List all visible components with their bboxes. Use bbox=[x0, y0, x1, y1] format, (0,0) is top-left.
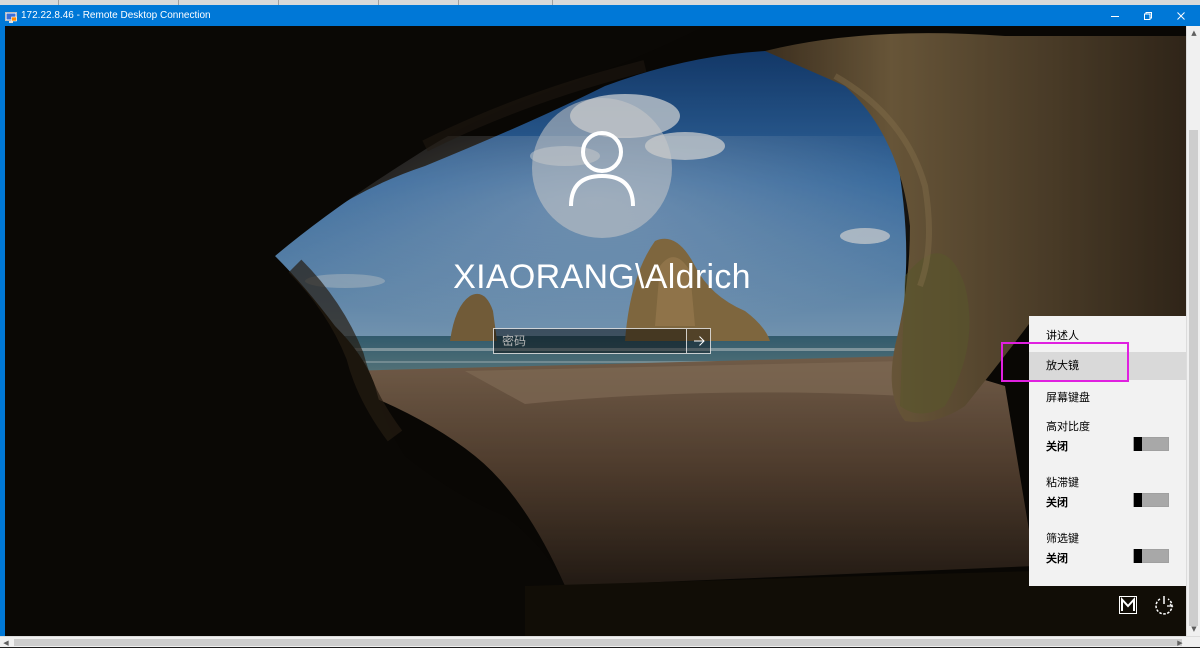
ease-of-access-icon bbox=[1119, 596, 1137, 614]
password-field-group bbox=[493, 328, 711, 354]
restore-button[interactable] bbox=[1131, 5, 1165, 26]
close-button[interactable] bbox=[1164, 5, 1198, 26]
toggle-label: 高对比度 bbox=[1046, 420, 1090, 433]
filter-keys-toggle[interactable] bbox=[1133, 549, 1169, 563]
toggle-row-filter-keys: 筛选键 关闭 bbox=[1029, 524, 1186, 570]
scroll-down-arrow[interactable]: ▼ bbox=[1187, 622, 1200, 636]
power-button[interactable] bbox=[1152, 593, 1176, 617]
toggle-label: 粘滞键 bbox=[1046, 476, 1079, 489]
window-titlebar[interactable]: 172.22.8.46 - Remote Desktop Connection bbox=[0, 5, 1200, 26]
high-contrast-toggle[interactable] bbox=[1133, 437, 1169, 451]
menu-item-onscreen-keyboard[interactable]: 屏幕键盘 bbox=[1029, 384, 1186, 412]
vertical-scrollbar[interactable]: ▲ ▼ bbox=[1186, 26, 1200, 636]
toggle-state-text: 关闭 bbox=[1046, 496, 1068, 509]
username-label: XIAORANG\Aldrich bbox=[453, 258, 751, 296]
remote-session-viewport[interactable]: XIAORANG\Aldrich 讲述人 放大镜 屏幕键盘 高对比度 关闭 粘滞… bbox=[5, 26, 1186, 636]
user-avatar bbox=[532, 98, 672, 238]
toggle-row-sticky-keys: 粘滞键 关闭 bbox=[1029, 468, 1186, 514]
horizontal-scroll-thumb[interactable] bbox=[14, 639, 1182, 646]
minimize-button[interactable] bbox=[1098, 5, 1132, 26]
ease-of-access-button[interactable] bbox=[1118, 595, 1138, 615]
arrow-right-icon bbox=[693, 336, 705, 346]
toggle-label: 筛选键 bbox=[1046, 532, 1079, 545]
horizontal-scrollbar[interactable]: ◀ ▶ bbox=[0, 636, 1200, 647]
toggle-state-text: 关闭 bbox=[1046, 440, 1068, 453]
user-silhouette-icon bbox=[569, 131, 635, 207]
sticky-keys-toggle[interactable] bbox=[1133, 493, 1169, 507]
menu-item-label: 讲述人 bbox=[1046, 329, 1079, 342]
toggle-state-text: 关闭 bbox=[1046, 552, 1068, 565]
toggle-row-high-contrast: 高对比度 关闭 bbox=[1029, 412, 1186, 458]
toggle-knob bbox=[1134, 493, 1142, 507]
scroll-up-arrow[interactable]: ▲ bbox=[1187, 26, 1200, 40]
password-input[interactable] bbox=[493, 328, 687, 354]
scroll-left-arrow[interactable]: ◀ bbox=[0, 637, 12, 648]
toggle-knob bbox=[1134, 549, 1142, 563]
submit-password-button[interactable] bbox=[687, 328, 711, 354]
scroll-right-arrow[interactable]: ▶ bbox=[1174, 637, 1186, 648]
vertical-scroll-thumb[interactable] bbox=[1189, 130, 1198, 626]
power-icon bbox=[1155, 596, 1174, 615]
remote-desktop-icon bbox=[5, 9, 17, 23]
toggle-knob bbox=[1134, 437, 1142, 451]
menu-item-label: 屏幕键盘 bbox=[1046, 391, 1090, 404]
magnifier-highlight-annotation bbox=[1001, 342, 1129, 382]
window-title: 172.22.8.46 - Remote Desktop Connection bbox=[21, 10, 211, 21]
